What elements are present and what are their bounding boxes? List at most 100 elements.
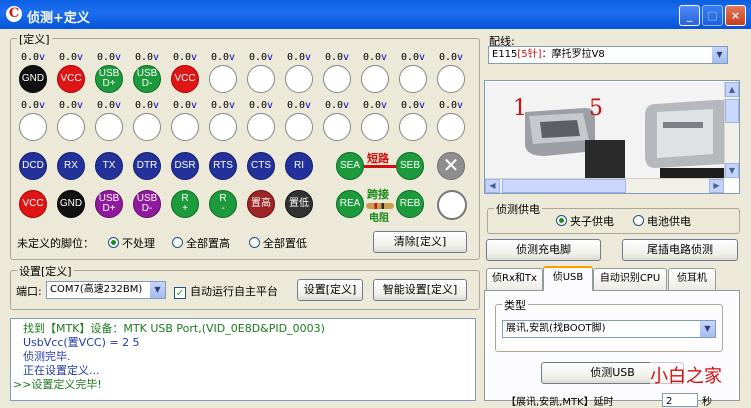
delay-input[interactable]: 2 — [662, 393, 698, 407]
sea-pin[interactable]: SEA — [336, 152, 364, 180]
voltage-value: 0.0 — [248, 100, 268, 111]
port-select[interactable]: COM7(高速232BM) ▼ — [46, 281, 166, 299]
tab-earphone[interactable]: 侦耳机 — [668, 268, 716, 290]
voltage-readout: 0.0v — [323, 51, 351, 65]
radio-icon[interactable] — [249, 237, 260, 248]
chevron-down-icon[interactable]: ▼ — [711, 47, 727, 63]
pin-undefined[interactable] — [57, 113, 85, 141]
radio-all-high[interactable]: 全部置高 — [172, 235, 230, 251]
image-horizontal-scrollbar[interactable]: ◀ ▶ — [485, 178, 724, 193]
maximize-button[interactable]: □ — [702, 5, 723, 26]
voltage-value: 0.0 — [134, 52, 154, 63]
radio-label: 夹子供电 — [570, 215, 614, 228]
pin-undefined[interactable] — [437, 113, 465, 141]
pin-label: USB D+ — [98, 68, 120, 89]
voltage-unit: v — [343, 100, 350, 111]
pin-undefined[interactable] — [95, 113, 123, 141]
pin-undefined[interactable] — [209, 113, 237, 141]
power-pin-4[interactable]: R + — [171, 190, 199, 218]
pin-undefined[interactable] — [285, 65, 313, 93]
pin-undefined[interactable] — [209, 65, 237, 93]
wiring-pins: [5针] — [517, 49, 542, 60]
signal-pin-dtr[interactable]: DTR — [133, 152, 161, 180]
tab-rx-tx[interactable]: 侦Rx和Tx — [486, 268, 543, 290]
pin-label: GND — [59, 198, 83, 209]
minimize-button[interactable]: _ — [679, 5, 700, 26]
pin-undefined[interactable] — [247, 113, 275, 141]
power-pin-2[interactable]: USB D+ — [95, 190, 123, 218]
radio-clip-power[interactable]: 夹子供电 — [556, 213, 614, 229]
signal-pin-dsr[interactable]: DSR — [171, 152, 199, 180]
set-define-button[interactable]: 设置[定义] — [297, 279, 363, 301]
smart-set-define-button[interactable]: 智能设置[定义] — [373, 279, 467, 301]
signal-pin-ri[interactable]: RI — [285, 152, 313, 180]
clear-x-icon[interactable]: ✕ — [437, 152, 465, 180]
pin-undefined[interactable] — [399, 65, 427, 93]
pin-undefined[interactable] — [133, 113, 161, 141]
title-bar[interactable]: C 侦测+定义 _ □ × — [0, 0, 751, 29]
power-pin-3[interactable]: USB D- — [133, 190, 161, 218]
pin-undefined[interactable] — [361, 113, 389, 141]
power-pin-1[interactable]: GND — [57, 190, 85, 218]
chevron-down-icon[interactable]: ▼ — [149, 282, 165, 298]
pin-gnd[interactable]: GND — [19, 65, 47, 93]
pin-undefined[interactable] — [437, 65, 465, 93]
signal-pin-cts[interactable]: CTS — [247, 152, 275, 180]
signal-pin-dcd[interactable]: DCD — [19, 152, 47, 180]
rea-pin[interactable]: REA — [336, 190, 364, 218]
radio-icon[interactable] — [108, 237, 119, 248]
tail-circuit-detect-button[interactable]: 尾插电路侦测 — [622, 239, 738, 261]
radio-icon[interactable] — [556, 215, 567, 226]
pin-undefined[interactable] — [323, 65, 351, 93]
checkmark-icon[interactable]: ✓ — [174, 287, 186, 299]
signal-pin-rts[interactable]: RTS — [209, 152, 237, 180]
detect-charge-pin-button[interactable]: 侦测充电脚 — [486, 239, 601, 261]
pin-undefined[interactable] — [361, 65, 389, 93]
power-pin-7[interactable]: 置低 — [285, 190, 313, 218]
radio-icon[interactable] — [633, 215, 644, 226]
seb-pin[interactable]: SEB — [396, 152, 424, 180]
voltage-readout: 0.0v — [323, 99, 351, 113]
pin-vcc[interactable]: VCC — [171, 65, 199, 93]
scroll-left-icon[interactable]: ◀ — [485, 179, 500, 193]
tab-usb[interactable]: 侦USB — [543, 266, 593, 291]
type-select[interactable]: 展讯,安凯(找BOOT脚) ▼ — [502, 320, 716, 338]
scroll-up-icon[interactable]: ▲ — [725, 82, 739, 97]
chevron-down-icon[interactable]: ▼ — [699, 321, 715, 337]
signal-pin-rx[interactable]: RX — [57, 152, 85, 180]
voltage-readout: 0.0v — [19, 99, 47, 113]
pin-vcc[interactable]: VCC — [57, 65, 85, 93]
pin-undefined[interactable] — [323, 113, 351, 141]
image-vertical-scrollbar[interactable]: ▲ ▼ — [724, 82, 739, 178]
voltage-unit: v — [191, 52, 198, 63]
pin-undefined[interactable] — [19, 113, 47, 141]
scroll-down-icon[interactable]: ▼ — [725, 163, 739, 178]
pin-undefined[interactable] — [247, 65, 275, 93]
radio-all-low[interactable]: 全部置低 — [249, 235, 307, 251]
reb-pin[interactable]: REB — [396, 190, 424, 218]
log-output[interactable]: 找到【MTK】设备：MTK USB Port,(VID_0E8D&PID_000… — [10, 318, 476, 401]
radio-no-action[interactable]: 不处理 — [108, 235, 155, 251]
close-button[interactable]: × — [725, 5, 746, 26]
power-pin-0[interactable]: VCC — [19, 190, 47, 218]
tab-auto-cpu[interactable]: 自动识别CPU — [593, 268, 667, 290]
empty-pin-indicator[interactable] — [437, 190, 467, 220]
pin-usb-d-[interactable]: USB D- — [133, 65, 161, 93]
voltage-readout: 0.0v — [133, 51, 161, 65]
power-pin-6[interactable]: 置高 — [247, 190, 275, 218]
power-pin-5[interactable]: R - — [209, 190, 237, 218]
voltage-readout: 0.0v — [247, 51, 275, 65]
scrollbar-thumb[interactable] — [502, 179, 626, 193]
auto-run-checkbox[interactable]: ✓ 自动运行自主平台 — [174, 283, 278, 299]
radio-battery-power[interactable]: 电池供电 — [633, 213, 691, 229]
scrollbar-thumb[interactable] — [725, 99, 739, 123]
signal-pin-tx[interactable]: TX — [95, 152, 123, 180]
wiring-select[interactable]: E115[5针]：摩托罗拉V8 ▼ — [488, 46, 728, 64]
radio-icon[interactable] — [172, 237, 183, 248]
pin-undefined[interactable] — [399, 113, 427, 141]
pin-undefined[interactable] — [285, 113, 313, 141]
clear-define-button[interactable]: 清除[定义] — [373, 231, 467, 253]
pin-undefined[interactable] — [171, 113, 199, 141]
pin-usb-d-[interactable]: USB D+ — [95, 65, 123, 93]
scroll-right-icon[interactable]: ▶ — [709, 179, 724, 193]
